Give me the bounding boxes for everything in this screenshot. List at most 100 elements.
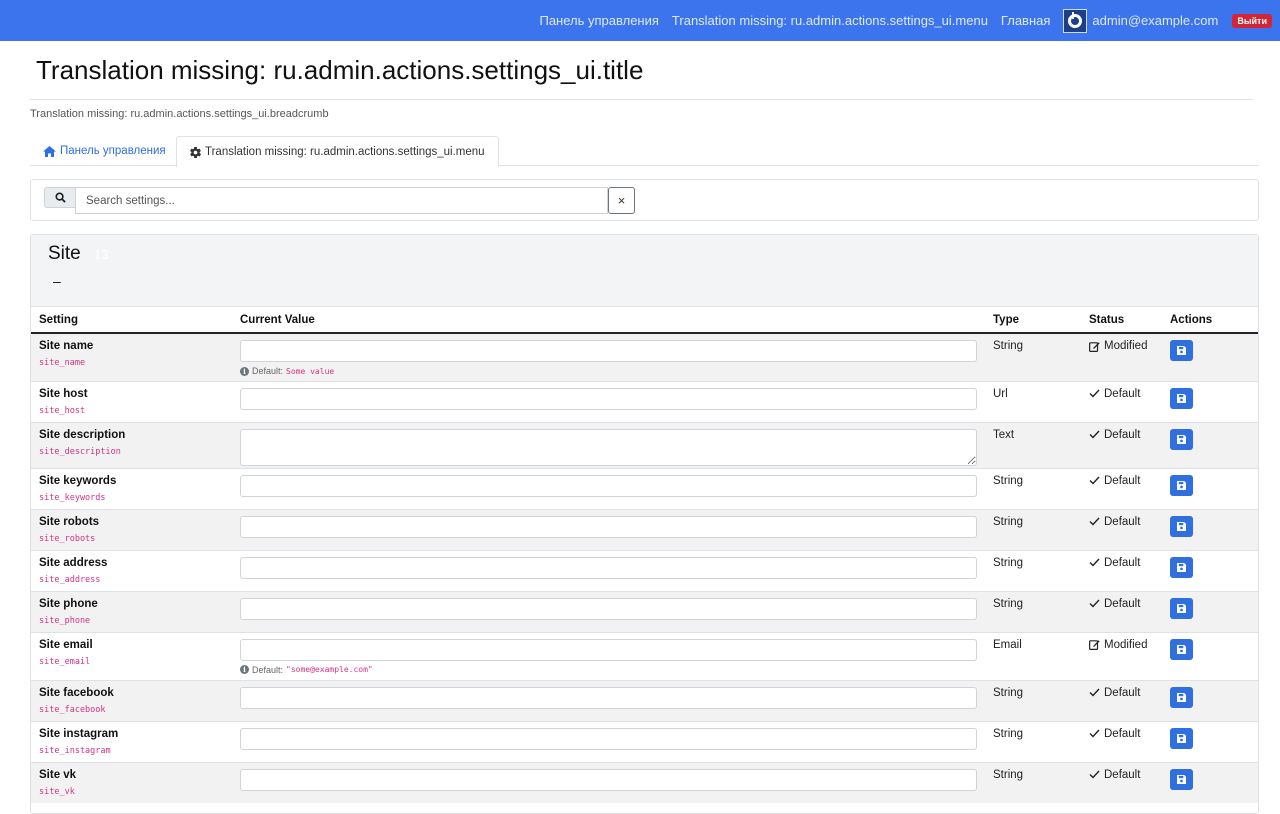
status-badge: Default bbox=[1089, 687, 1154, 699]
table-row: Site phone site_phone String Default bbox=[31, 590, 1258, 632]
setting-name: Site address bbox=[39, 556, 108, 569]
check-icon bbox=[1089, 599, 1100, 608]
status-cell: Modified bbox=[1081, 332, 1162, 381]
actions-cell bbox=[1162, 549, 1258, 591]
tab-dashboard-label: Панель управления bbox=[60, 145, 166, 157]
status-cell: Default bbox=[1081, 761, 1162, 803]
status-badge: Default bbox=[1089, 769, 1154, 781]
logout-button[interactable]: Выйти bbox=[1232, 13, 1272, 28]
setting-value-input[interactable] bbox=[240, 515, 977, 538]
setting-type: String bbox=[985, 508, 1081, 550]
tab-settings-ui[interactable]: Translation missing: ru.admin.actions.se… bbox=[176, 136, 499, 167]
actions-cell bbox=[1162, 631, 1258, 680]
save-button[interactable] bbox=[1170, 387, 1193, 409]
setting-cell: Site email site_email bbox=[31, 631, 232, 680]
setting-key: site_instagram bbox=[39, 745, 111, 756]
value-cell bbox=[232, 508, 985, 550]
value-cell bbox=[232, 549, 985, 591]
save-icon bbox=[1177, 692, 1186, 702]
setting-value-input[interactable] bbox=[240, 768, 977, 791]
setting-cell: Site host site_host bbox=[31, 380, 232, 422]
actions-cell bbox=[1162, 679, 1258, 721]
check-icon bbox=[1089, 558, 1100, 567]
setting-key: site_email bbox=[39, 656, 91, 667]
title-divider bbox=[30, 99, 1253, 100]
setting-value-input[interactable] bbox=[240, 638, 977, 661]
home-icon bbox=[43, 145, 56, 157]
settings-section-card: Site 13 – Setting Current Value Type Sta… bbox=[30, 234, 1259, 814]
search-input[interactable] bbox=[75, 187, 608, 214]
save-button[interactable] bbox=[1170, 515, 1193, 537]
status-label: Default bbox=[1104, 686, 1141, 699]
save-button[interactable] bbox=[1170, 686, 1193, 708]
actions-cell bbox=[1162, 421, 1258, 468]
table-row: Site description site_description Text D… bbox=[31, 421, 1258, 468]
actions-cell bbox=[1162, 720, 1258, 762]
setting-value-textarea[interactable] bbox=[240, 428, 977, 466]
status-label: Default bbox=[1104, 387, 1141, 400]
value-cell bbox=[232, 720, 985, 762]
setting-value-input[interactable] bbox=[240, 387, 977, 410]
status-label: Modified bbox=[1104, 340, 1148, 352]
actions-cell bbox=[1162, 508, 1258, 550]
save-icon bbox=[1177, 393, 1186, 403]
status-label: Default bbox=[1104, 428, 1141, 441]
check-icon bbox=[1089, 729, 1100, 738]
navbar-links: Панель управления Translation missing: r… bbox=[526, 0, 1280, 41]
setting-key: site_facebook bbox=[39, 704, 106, 715]
setting-name: Site robots bbox=[39, 515, 100, 528]
status-cell: Default bbox=[1081, 679, 1162, 721]
save-button[interactable] bbox=[1170, 597, 1193, 619]
save-icon bbox=[1177, 603, 1186, 613]
tab-bar: Панель управления Translation missing: r… bbox=[30, 136, 1259, 167]
clear-search-button[interactable]: × bbox=[608, 187, 635, 214]
setting-value-input[interactable] bbox=[240, 556, 977, 579]
table-body: Site name site_name i Default: Some valu… bbox=[31, 332, 1258, 803]
setting-name: Site facebook bbox=[39, 686, 114, 699]
value-cell bbox=[232, 590, 985, 632]
table-header-row: Setting Current Value Type Status Action… bbox=[31, 308, 1258, 334]
nav-link-dashboard[interactable]: Панель управления bbox=[539, 13, 658, 28]
status-cell: Default bbox=[1081, 421, 1162, 468]
power-icon bbox=[1068, 11, 1083, 28]
setting-type: String bbox=[985, 679, 1081, 721]
nav-link-home[interactable]: Главная bbox=[1001, 13, 1050, 28]
check-icon bbox=[1089, 770, 1100, 779]
save-button[interactable] bbox=[1170, 556, 1193, 578]
save-button[interactable] bbox=[1170, 768, 1193, 790]
search-icon bbox=[54, 192, 66, 203]
status-label: Default bbox=[1104, 768, 1141, 781]
setting-type: String bbox=[985, 761, 1081, 803]
setting-name: Site keywords bbox=[39, 474, 117, 487]
actions-cell bbox=[1162, 332, 1258, 381]
collapse-button[interactable]: – bbox=[53, 273, 61, 289]
save-button[interactable] bbox=[1170, 638, 1193, 660]
save-button[interactable] bbox=[1170, 428, 1193, 450]
tab-dashboard[interactable]: Панель управления bbox=[30, 136, 179, 166]
status-cell: Default bbox=[1081, 720, 1162, 762]
user-menu[interactable]: admin@example.com bbox=[1063, 8, 1218, 33]
setting-value-input[interactable] bbox=[240, 686, 977, 709]
setting-value-input[interactable] bbox=[240, 727, 977, 750]
status-badge: Default bbox=[1089, 557, 1154, 569]
status-badge: Default bbox=[1089, 429, 1154, 441]
save-button[interactable] bbox=[1170, 340, 1193, 361]
setting-key: site_host bbox=[39, 405, 86, 416]
save-icon bbox=[1177, 521, 1186, 531]
search-panel: × bbox=[30, 179, 1259, 221]
section-title: Site bbox=[48, 243, 81, 264]
setting-type: Text bbox=[985, 421, 1081, 468]
nav-link-settings-ui[interactable]: Translation missing: ru.admin.actions.se… bbox=[672, 13, 988, 28]
table-row: Site host site_host Url Default bbox=[31, 380, 1258, 422]
check-icon bbox=[1089, 476, 1100, 485]
setting-value-input[interactable] bbox=[240, 340, 977, 362]
save-button[interactable] bbox=[1170, 474, 1193, 496]
setting-value-input[interactable] bbox=[240, 474, 977, 497]
save-button[interactable] bbox=[1170, 727, 1193, 749]
table-row: Site vk site_vk String Default bbox=[31, 761, 1258, 803]
search-button[interactable] bbox=[44, 187, 76, 208]
setting-value-input[interactable] bbox=[240, 597, 977, 620]
setting-name: Site host bbox=[39, 387, 88, 400]
settings-table: Setting Current Value Type Status Action… bbox=[31, 308, 1258, 803]
setting-type: String bbox=[985, 590, 1081, 632]
